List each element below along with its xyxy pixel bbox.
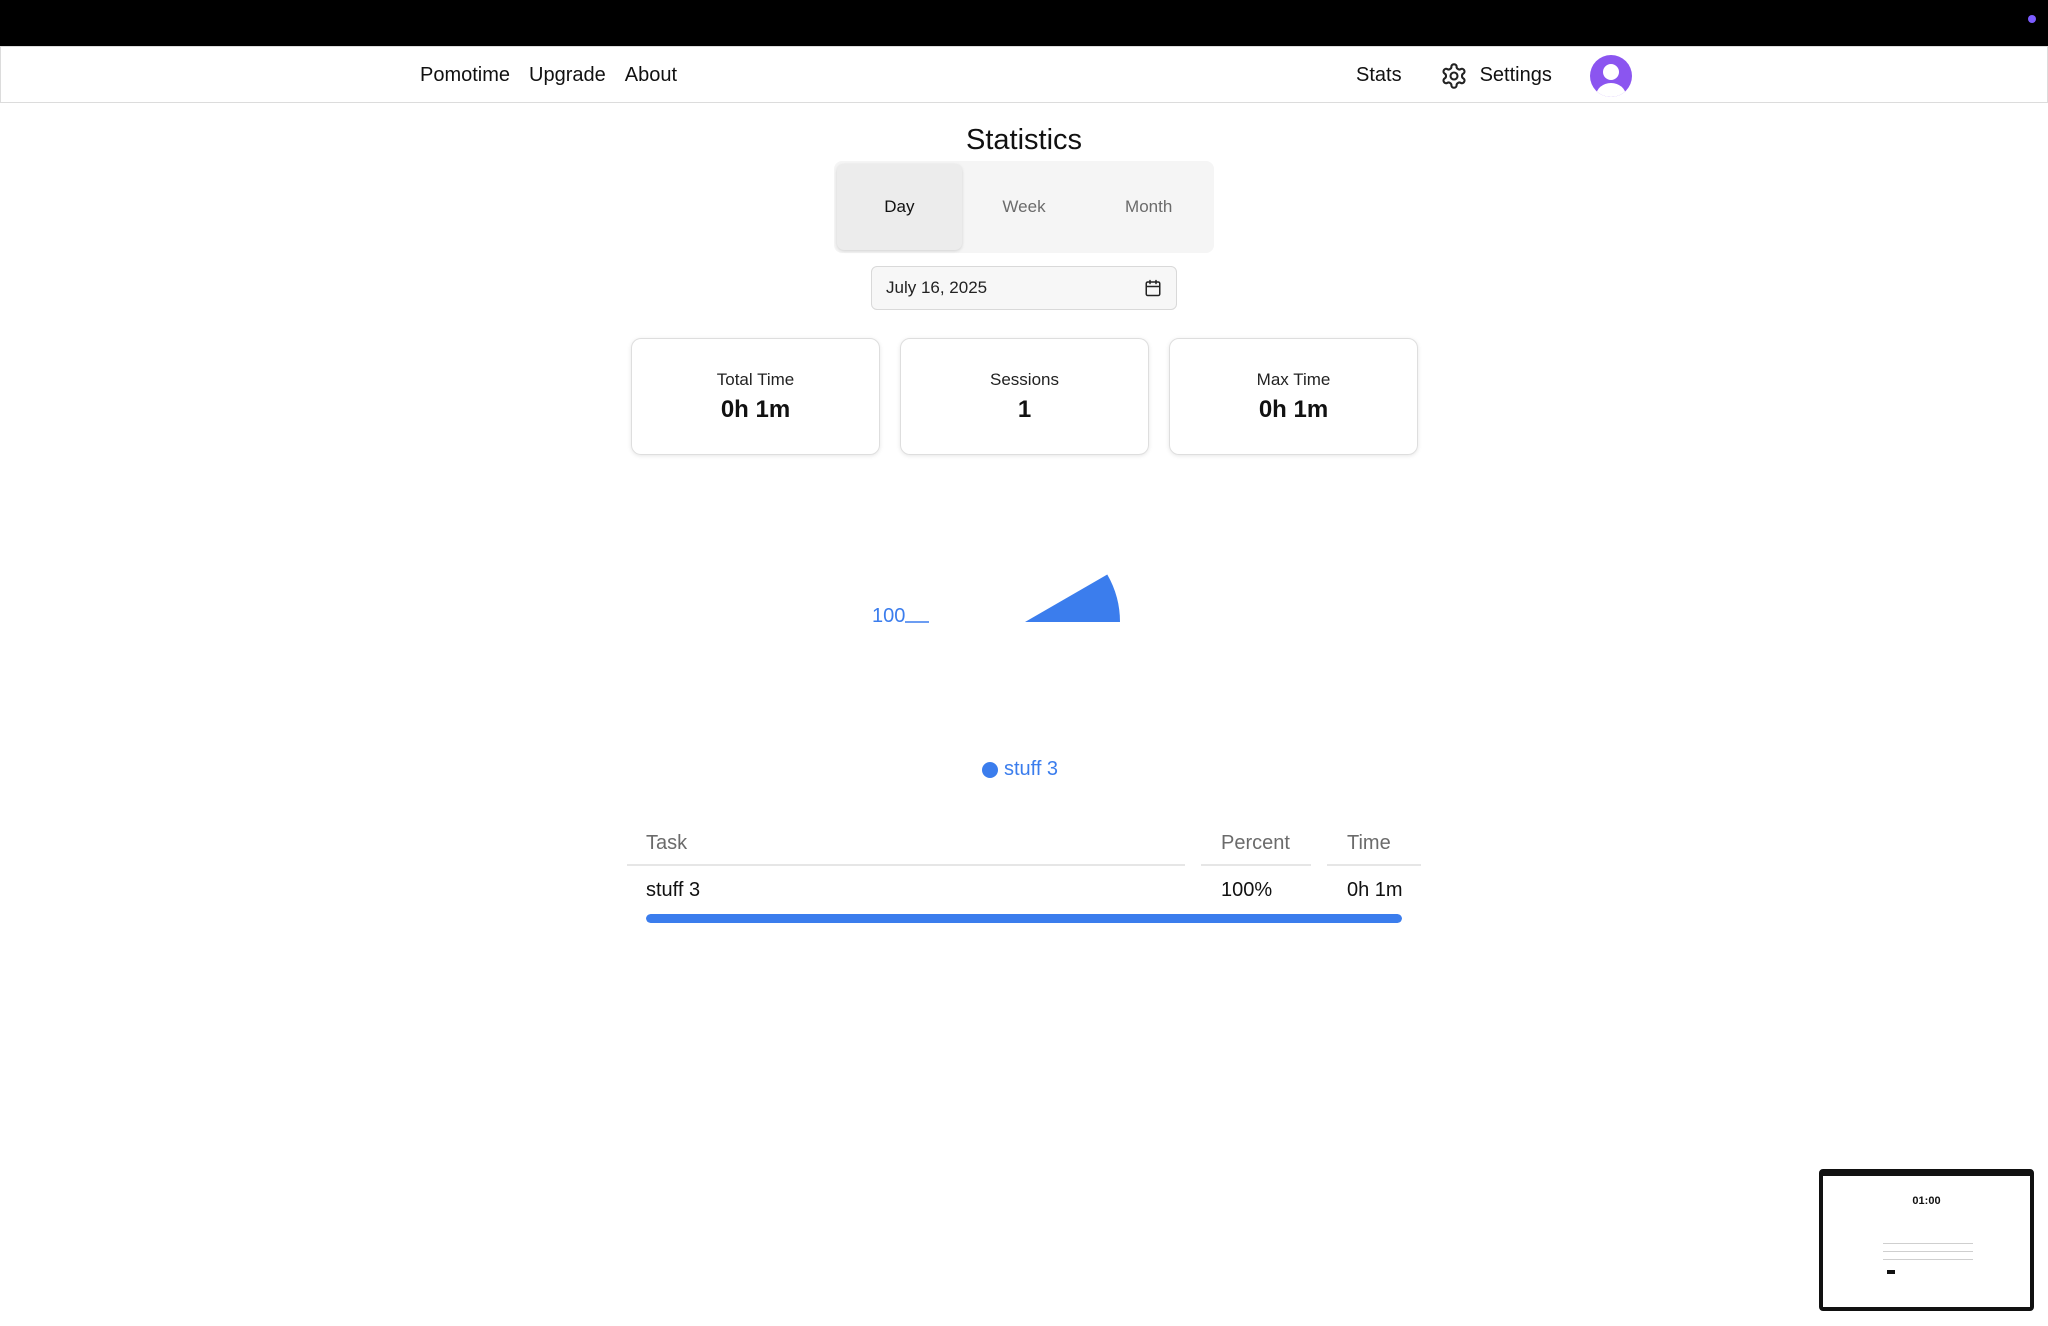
cell-percent: 100% bbox=[1221, 878, 1273, 901]
navbar: Pomotime Upgrade About Stats Settings bbox=[0, 46, 2048, 103]
card-value: 1 bbox=[1017, 395, 1032, 423]
pie-data-label: 100 bbox=[872, 605, 905, 627]
nav-right: Stats Settings bbox=[1356, 47, 1632, 104]
chart-legend: stuff 3 bbox=[0, 758, 2048, 781]
avatar-body-icon bbox=[1595, 82, 1626, 97]
summary-cards: Total Time 0h 1m Sessions 1 Max Time 0h … bbox=[631, 338, 1418, 455]
period-tabs: Day Week Month bbox=[834, 161, 1214, 253]
card-value: 0h 1m bbox=[1258, 395, 1329, 423]
avatar-head-icon bbox=[1602, 63, 1619, 80]
task-table: Task Percent Time stuff 3 100% 0h 1m bbox=[627, 822, 1421, 923]
nav-stats-link[interactable]: Stats bbox=[1356, 64, 1402, 87]
card-label: Total Time bbox=[716, 369, 795, 389]
thumbnail-button bbox=[1887, 1270, 1895, 1274]
cell-task: stuff 3 bbox=[646, 878, 701, 901]
settings-button[interactable]: Settings bbox=[1440, 62, 1552, 90]
table-row: stuff 3 100% 0h 1m bbox=[627, 866, 1421, 914]
preview-thumbnail[interactable]: 01:00 bbox=[1819, 1169, 2034, 1311]
pie-chart: 100 bbox=[872, 574, 1120, 627]
header-time[interactable]: Time bbox=[1327, 822, 1421, 866]
tab-day[interactable]: Day bbox=[837, 164, 962, 250]
sessions-card: Sessions 1 bbox=[900, 338, 1149, 455]
card-label: Max Time bbox=[1256, 369, 1331, 389]
header-task[interactable]: Task bbox=[627, 822, 1185, 866]
task-progress-fill bbox=[646, 914, 1402, 923]
page-title: Statistics bbox=[965, 124, 1083, 156]
legend-item-label[interactable]: stuff 3 bbox=[1004, 758, 1058, 781]
thumbnail-line bbox=[1883, 1259, 1973, 1260]
legend-swatch bbox=[981, 761, 998, 778]
cell-time: 0h 1m bbox=[1347, 878, 1403, 901]
thumbnail-timer: 01:00 bbox=[1912, 1195, 1941, 1207]
date-value: July 16, 2025 bbox=[886, 278, 988, 297]
top-black-bar bbox=[0, 0, 2048, 46]
status-dot-icon bbox=[2028, 15, 2036, 23]
thumbnail-topbar bbox=[1823, 1173, 2030, 1176]
pie-slice-stuff-3[interactable] bbox=[1025, 574, 1120, 623]
header-percent[interactable]: Percent bbox=[1201, 822, 1311, 866]
nav-about-link[interactable]: About bbox=[625, 64, 677, 87]
tab-month[interactable]: Month bbox=[1086, 164, 1211, 250]
nav-pomotime-link[interactable]: Pomotime bbox=[420, 64, 510, 87]
nav-upgrade-link[interactable]: Upgrade bbox=[529, 64, 606, 87]
card-value: 0h 1m bbox=[720, 395, 791, 423]
card-label: Sessions bbox=[990, 369, 1059, 389]
date-picker[interactable]: July 16, 2025 bbox=[871, 266, 1177, 310]
thumbnail-line bbox=[1883, 1251, 1973, 1252]
tab-week[interactable]: Week bbox=[962, 164, 1087, 250]
settings-label: Settings bbox=[1479, 64, 1552, 86]
total-time-card: Total Time 0h 1m bbox=[631, 338, 880, 455]
avatar[interactable] bbox=[1589, 54, 1632, 97]
gear-icon bbox=[1442, 62, 1466, 89]
task-progress-bar bbox=[646, 914, 1402, 923]
nav-left: Pomotime Upgrade About bbox=[420, 47, 677, 104]
thumbnail-line bbox=[1883, 1243, 1973, 1244]
max-time-card: Max Time 0h 1m bbox=[1169, 338, 1418, 455]
calendar-icon bbox=[1145, 279, 1161, 297]
table-header: Task Percent Time bbox=[627, 822, 1421, 866]
